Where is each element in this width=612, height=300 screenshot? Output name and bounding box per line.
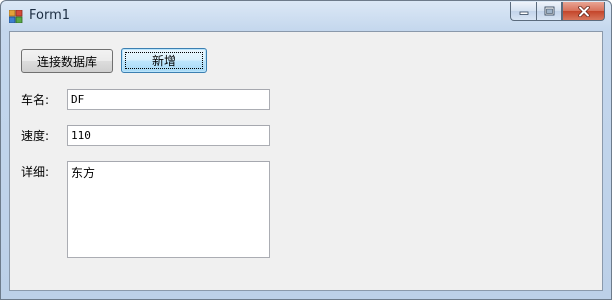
connect-database-button[interactable]: 连接数据库	[21, 49, 113, 73]
window-controls	[510, 2, 605, 22]
window-title: Form1	[29, 8, 71, 23]
app-icon	[9, 10, 23, 23]
focus-indicator	[125, 52, 203, 69]
minimize-icon	[519, 11, 528, 15]
speed-label: 速度:	[21, 129, 50, 143]
form-client-area: 连接数据库 新增 车名: 速度: 详细: 东方	[9, 31, 603, 291]
close-button[interactable]	[562, 2, 605, 21]
car-name-input[interactable]	[67, 89, 270, 110]
detail-label: 详细:	[21, 165, 50, 179]
title-bar[interactable]: Form1	[1, 1, 611, 31]
close-icon	[577, 5, 590, 17]
form-window: Form1 连接数据库 新增 车名: DF 速度: 110 详细: 东方	[0, 0, 612, 300]
maximize-button[interactable]	[536, 2, 562, 21]
detail-textarea[interactable]: 东方	[67, 161, 270, 258]
maximize-icon	[544, 6, 554, 16]
speed-input[interactable]	[67, 125, 270, 146]
car-name-label: 车名:	[21, 93, 50, 107]
minimize-button[interactable]	[510, 2, 536, 21]
add-button[interactable]: 新增	[121, 48, 207, 73]
